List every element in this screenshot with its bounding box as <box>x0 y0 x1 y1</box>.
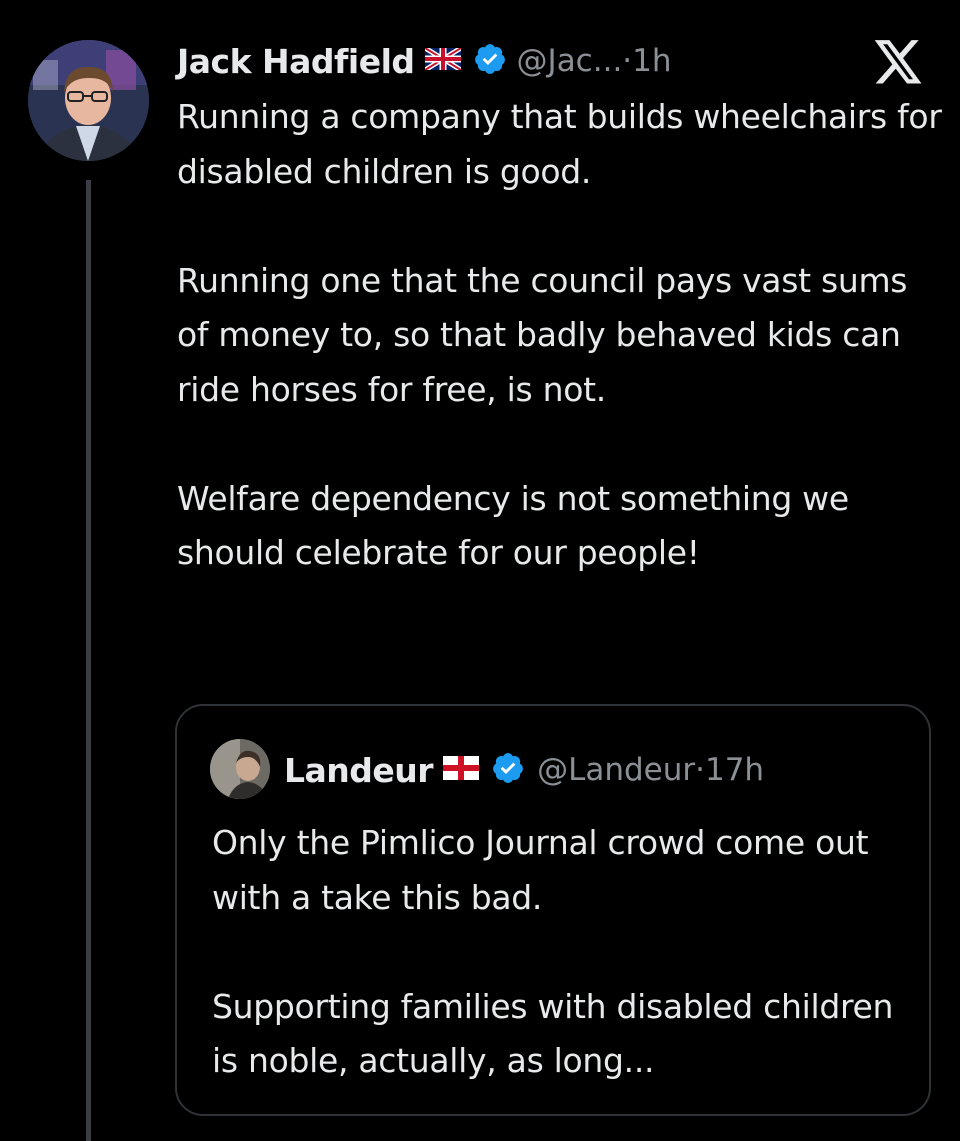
handle-separator: · <box>695 752 705 788</box>
author-handle[interactable]: @Jac...·1h <box>517 43 672 79</box>
tweet-paragraph: Welfare dependency is not something we s… <box>177 478 849 573</box>
quoted-tweet-paragraph: Only the Pimlico Journal crowd come out … <box>212 823 869 917</box>
tweet-paragraph: Running one that the council pays vast s… <box>177 260 908 409</box>
quoted-author-name[interactable]: Landeur <box>284 751 434 790</box>
quoted-tweet-time: 17h <box>704 752 765 788</box>
quoted-author-handle[interactable]: @Landeur·17h <box>537 752 764 788</box>
quoted-tweet-text: Only the Pimlico Journal crowd come out … <box>212 816 912 1089</box>
tweet-header: Jack Hadfield @Jac...·1h <box>177 38 672 84</box>
quoted-tweet-header: Landeur @Landeur·17h <box>284 747 764 793</box>
quoted-author-avatar[interactable] <box>210 739 270 799</box>
x-logo-icon <box>872 40 924 88</box>
tweet-paragraph: Running a company that builds wheelchair… <box>177 97 942 191</box>
uk-flag-icon <box>423 45 462 74</box>
verified-badge-icon <box>491 751 525 789</box>
author-avatar[interactable] <box>28 40 149 161</box>
tweet-text: Running a company that builds wheelchair… <box>177 90 947 581</box>
quoted-tweet-paragraph: Supporting families with disabled childr… <box>212 986 894 1081</box>
author-name[interactable]: Jack Hadfield <box>177 42 415 81</box>
england-flag-icon <box>443 756 480 784</box>
thread-line <box>86 180 91 1141</box>
handle-separator: · <box>622 43 633 79</box>
quoted-tweet-card[interactable]: Landeur @Landeur·17h Only the Pimlico Jo… <box>175 704 931 1116</box>
verified-badge-icon <box>473 42 507 80</box>
tweet-time: 1h <box>632 43 672 79</box>
